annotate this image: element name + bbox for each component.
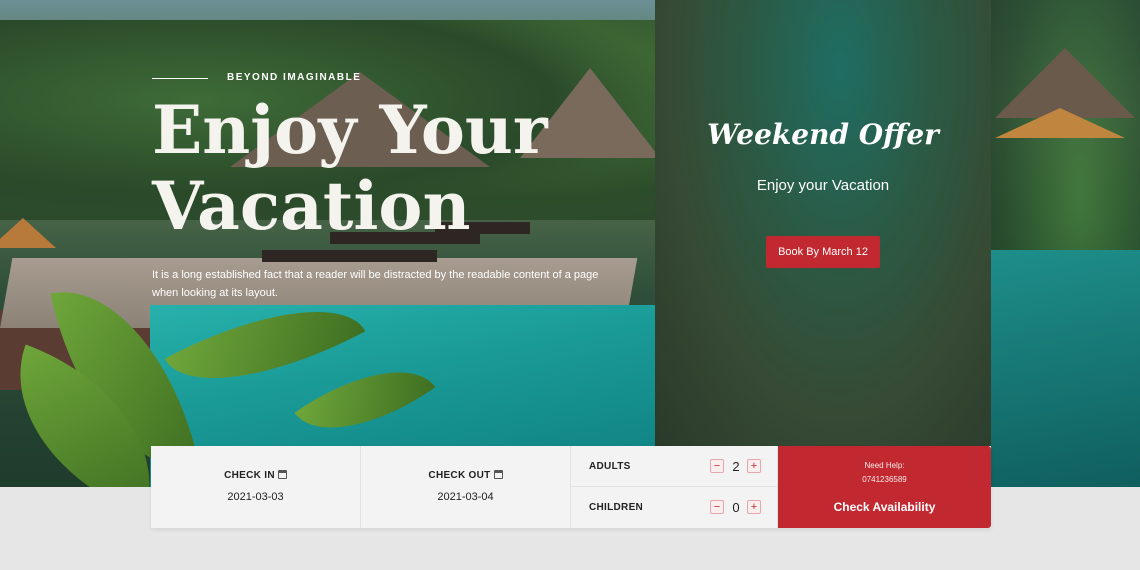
book-by-button[interactable]: Book By March 12 — [766, 236, 880, 268]
lounge-chair — [262, 250, 437, 262]
adults-row: ADULTS − 2 + — [571, 446, 778, 487]
adults-value: 2 — [732, 459, 740, 474]
children-increment-button[interactable]: + — [747, 500, 761, 514]
villa-roof — [995, 48, 1135, 118]
help-phone: 0741236589 — [862, 475, 907, 484]
check-in-label: CHECK IN — [224, 470, 275, 481]
offer-title: Weekend Offer — [707, 118, 939, 151]
hero-eyebrow: BEYOND IMAGINABLE — [227, 72, 362, 83]
check-in-label-row: CHECK IN — [151, 470, 360, 481]
adults-decrement-button[interactable]: − — [710, 459, 724, 473]
check-out-label-row: CHECK OUT — [361, 470, 570, 481]
adults-label: ADULTS — [589, 461, 631, 472]
offer-subtitle: Enjoy your Vacation — [756, 177, 890, 194]
check-out-value: 2021-03-04 — [437, 491, 494, 503]
umbrella — [0, 218, 56, 248]
adults-increment-button[interactable]: + — [747, 459, 761, 473]
children-value: 0 — [732, 500, 740, 515]
booking-bar: CHECK IN 2021-03-03 CHECK OUT 2021-03-04… — [151, 446, 991, 528]
check-out-field[interactable]: CHECK OUT 2021-03-04 — [361, 446, 571, 528]
calendar-icon — [493, 470, 503, 479]
check-in-value: 2021-03-03 — [227, 491, 284, 503]
check-availability-label: Check Availability — [833, 500, 936, 514]
help-label: Need Help: — [864, 461, 905, 470]
swimming-pool — [990, 250, 1140, 487]
hero-title-line2: Vacation — [152, 167, 471, 245]
hero-description: It is a long established fact that a rea… — [152, 269, 599, 299]
check-out-label: CHECK OUT — [428, 470, 491, 481]
eyebrow-divider — [152, 78, 208, 79]
check-availability-button[interactable]: Need Help: 0741236589 Check Availability — [778, 446, 991, 528]
children-label: CHILDREN — [589, 502, 644, 513]
hero-title: Enjoy Your Vacation — [152, 92, 572, 244]
children-decrement-button[interactable]: − — [710, 500, 724, 514]
children-row: CHILDREN − 0 + — [571, 487, 778, 528]
calendar-icon — [277, 470, 287, 479]
check-in-field[interactable]: CHECK IN 2021-03-03 — [151, 446, 361, 528]
hero-title-line1: Enjoy Your — [152, 91, 548, 169]
guests-selector: ADULTS − 2 + CHILDREN − 0 + — [571, 446, 778, 528]
weekend-offer-panel: Weekend Offer Enjoy your Vacation Book B… — [655, 0, 991, 446]
